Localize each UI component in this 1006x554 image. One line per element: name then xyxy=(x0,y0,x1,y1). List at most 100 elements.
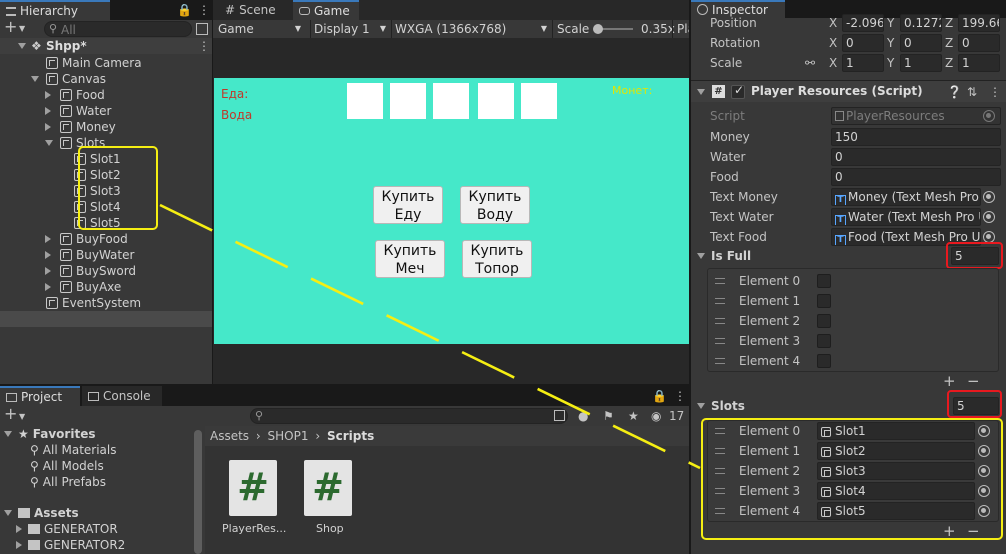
filter-type-icon[interactable]: ● xyxy=(578,409,588,423)
breadcrumb-item[interactable]: Scripts xyxy=(327,429,374,443)
tab-game[interactable]: Game xyxy=(293,0,359,20)
drag-handle-icon[interactable] xyxy=(715,318,725,324)
expand-arrow-icon[interactable] xyxy=(697,89,705,95)
favorite-item[interactable]: ⚲ All Materials xyxy=(30,442,117,458)
lock-icon[interactable]: 🔒 xyxy=(177,3,192,17)
drag-handle-icon[interactable] xyxy=(715,278,725,284)
object-picker-icon[interactable] xyxy=(983,110,995,122)
number-input[interactable]: 0 xyxy=(831,148,1001,166)
game-viewport[interactable]: Еда: Вода Монет: Купить Еду Купить Воду Ку… xyxy=(214,78,689,344)
component-header[interactable]: # ✓ Player Resources (Script) ❔ ⇅ ⋮ xyxy=(691,80,1006,102)
transform-position-y-input[interactable]: 0.1272 xyxy=(900,14,942,32)
expand-arrow-icon[interactable] xyxy=(45,140,53,146)
kebab-menu-icon[interactable]: ⋮ xyxy=(198,39,210,53)
number-input[interactable]: 0 xyxy=(831,168,1001,186)
settings-sliders-icon[interactable]: ⇅ xyxy=(967,85,977,99)
folder-item[interactable]: GENERATOR xyxy=(16,521,118,537)
expand-arrow-icon[interactable] xyxy=(45,91,51,99)
component-enabled-checkbox[interactable]: ✓ xyxy=(731,83,745,99)
script-file-icon[interactable]: # xyxy=(304,460,352,516)
slots-foldout[interactable]: Slots xyxy=(697,398,745,414)
buy-axe-button[interactable]: Купить Топор xyxy=(462,240,532,278)
game-mode-dropdown[interactable]: Game ▼ xyxy=(215,20,305,38)
transform-position-x-input[interactable]: -2.096 xyxy=(842,14,884,32)
expand-arrow-icon[interactable] xyxy=(16,525,22,533)
bool-checkbox[interactable] xyxy=(817,294,831,308)
expand-arrow-icon[interactable] xyxy=(4,510,12,516)
transform-scale-y-input[interactable]: 1 xyxy=(900,54,942,72)
scene-row[interactable]: ❖ Shpp* ⋮ xyxy=(0,38,212,54)
add-element-button[interactable]: + xyxy=(943,374,956,389)
star-icon[interactable]: ★ xyxy=(628,409,639,423)
expand-arrow-icon[interactable] xyxy=(45,251,51,259)
tab-console[interactable]: Console xyxy=(82,386,162,406)
chevron-down-icon[interactable]: ▼ xyxy=(19,22,25,36)
object-picker-icon[interactable] xyxy=(983,211,995,223)
search-by-type-icon[interactable] xyxy=(554,410,565,421)
hierarchy-item[interactable]: Money xyxy=(45,119,116,135)
kebab-menu-icon[interactable]: ⋮ xyxy=(674,389,686,403)
transform-position-z-input[interactable]: 199.66 xyxy=(958,14,1000,32)
hierarchy-item[interactable]: Water xyxy=(45,103,111,119)
breadcrumb-item[interactable]: Assets xyxy=(210,429,249,443)
bool-checkbox[interactable] xyxy=(817,314,831,328)
hierarchy-item[interactable]: BuySword xyxy=(45,263,136,279)
drag-handle-icon[interactable] xyxy=(715,298,725,304)
hierarchy-item[interactable]: Food xyxy=(45,87,105,103)
drag-handle-icon[interactable] xyxy=(715,358,725,364)
bool-checkbox[interactable] xyxy=(817,274,831,288)
hierarchy-search-input[interactable]: ⚲ All xyxy=(44,21,192,37)
play-mode-dropdown[interactable]: Pla xyxy=(672,20,689,38)
remove-element-button[interactable]: − xyxy=(967,374,980,389)
expand-arrow-icon[interactable] xyxy=(18,43,26,49)
kebab-menu-icon[interactable]: ⋮ xyxy=(198,3,210,17)
tab-scene[interactable]: # Scene xyxy=(219,0,291,20)
bool-checkbox[interactable] xyxy=(817,334,831,348)
resolution-dropdown[interactable]: WXGA (1366x768) ▼ xyxy=(391,20,551,38)
expand-arrow-icon[interactable] xyxy=(31,76,39,82)
transform-rotation-y-input[interactable]: 0 xyxy=(900,34,942,52)
hierarchy-item[interactable]: BuyAxe xyxy=(45,279,121,295)
expand-arrow-icon[interactable] xyxy=(16,541,22,549)
object-reference-field[interactable]: T Money (Text Mesh Pro U xyxy=(831,188,981,206)
breadcrumb-item[interactable]: SHOP1 xyxy=(268,429,309,443)
tab-project[interactable]: Project xyxy=(0,386,80,406)
bool-checkbox[interactable] xyxy=(817,354,831,368)
favorite-item[interactable]: ⚲ All Prefabs xyxy=(30,474,106,490)
expand-arrow-icon[interactable] xyxy=(45,107,51,115)
hierarchy-item[interactable]: EventSystem xyxy=(46,295,141,311)
is-full-foldout[interactable]: Is Full xyxy=(697,248,751,264)
lock-icon[interactable]: 🔒 xyxy=(652,389,667,403)
label-tag-icon[interactable]: ⚑ xyxy=(603,409,614,423)
add-icon[interactable]: + xyxy=(4,406,17,422)
expand-arrow-icon[interactable] xyxy=(4,431,12,437)
hidden-eye-icon[interactable]: ◉ xyxy=(651,409,661,423)
scale-slider[interactable] xyxy=(593,24,633,34)
expand-arrow-icon[interactable] xyxy=(45,283,51,291)
drag-handle-icon[interactable] xyxy=(715,338,725,344)
constrain-proportions-icon[interactable]: ⚯ xyxy=(805,55,815,71)
help-icon[interactable]: ❔ xyxy=(947,85,962,99)
kebab-menu-icon[interactable]: ⋮ xyxy=(989,85,1001,99)
buy-food-button[interactable]: Купить Еду xyxy=(373,186,443,224)
object-reference-field[interactable]: TWater (Text Mesh Pro UG xyxy=(831,208,981,226)
object-picker-icon[interactable] xyxy=(983,191,995,203)
transform-scale-z-input[interactable]: 1 xyxy=(958,54,1000,72)
hierarchy-item[interactable]: BuyWater xyxy=(45,247,134,263)
project-search-input[interactable]: ⚲ xyxy=(250,408,568,424)
favorites-row[interactable]: ★ Favorites xyxy=(4,426,95,442)
expand-arrow-icon[interactable] xyxy=(45,267,51,275)
hierarchy-item[interactable]: Canvas xyxy=(31,71,106,87)
transform-rotation-x-input[interactable]: 0 xyxy=(842,34,884,52)
script-file-icon[interactable]: # xyxy=(229,460,277,516)
chevron-down-icon[interactable]: ▼ xyxy=(19,410,25,424)
expand-arrow-icon[interactable] xyxy=(697,253,705,259)
transform-rotation-z-input[interactable]: 0 xyxy=(958,34,1000,52)
add-icon[interactable]: + xyxy=(4,19,17,35)
hierarchy-item[interactable]: BuyFood xyxy=(45,231,128,247)
assets-row[interactable]: Assets xyxy=(4,505,79,521)
expand-arrow-icon[interactable] xyxy=(45,123,51,131)
expand-arrow-icon[interactable] xyxy=(697,403,705,409)
buy-sword-button[interactable]: Купить Меч xyxy=(375,240,445,278)
buy-water-button[interactable]: Купить Воду xyxy=(460,186,530,224)
